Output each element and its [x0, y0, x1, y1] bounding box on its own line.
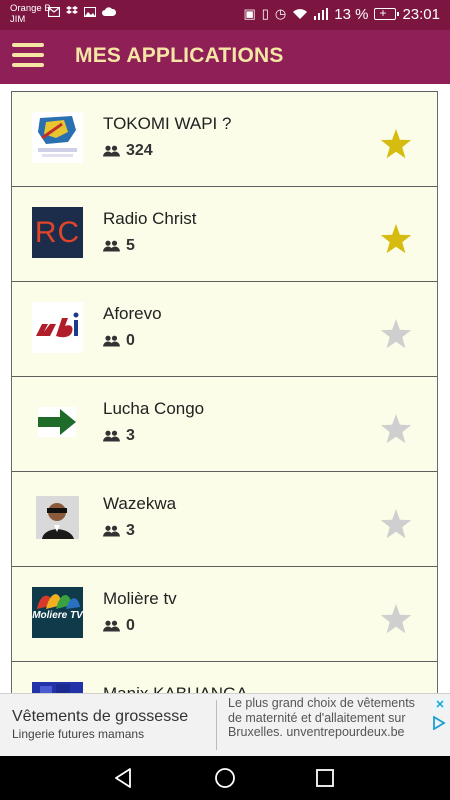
star-icon[interactable] — [380, 128, 412, 160]
user-count: 0 — [103, 617, 135, 635]
message-icon — [48, 6, 60, 17]
app-name: Molière tv — [103, 589, 177, 608]
ad-banner[interactable]: Vêtements de grossesse Lingerie futures … — [0, 693, 450, 756]
navigation-bar — [0, 756, 450, 800]
nfc-icon: ▣ — [243, 6, 256, 21]
status-bar: Orange B JIM ▣ ▯ ◷ 13 % + 23:01 — [0, 0, 450, 30]
signal-icon — [314, 8, 329, 20]
user-count: 324 — [103, 142, 153, 160]
app-row[interactable]: TOKOMI WAPI ? 324 — [12, 91, 437, 186]
battery-icon: + — [374, 6, 400, 20]
ad-close-icon[interactable] — [434, 698, 446, 710]
alarm-icon: ◷ — [274, 6, 287, 21]
users-icon — [103, 240, 120, 252]
moliere-tv-logo-icon: Moliere TV — [32, 587, 83, 638]
back-icon[interactable] — [112, 766, 136, 790]
green-arrow-icon — [32, 397, 83, 448]
app-name: Lucha Congo — [103, 399, 205, 418]
users-icon — [103, 430, 120, 442]
user-count: 3 — [103, 522, 135, 540]
app-bar: MES APPLICATIONS — [0, 30, 450, 84]
menu-icon[interactable] — [12, 43, 44, 71]
app-row[interactable]: Aforevo 0 — [12, 281, 437, 376]
user-count-value: 5 — [126, 237, 135, 254]
adchoices-icon[interactable] — [432, 716, 446, 730]
carrier-line-1: Orange B — [10, 3, 51, 14]
home-icon[interactable] — [213, 766, 237, 790]
app-row[interactable]: Lucha Congo 3 — [12, 376, 437, 471]
app-name: Radio Christ — [103, 209, 197, 228]
moliere-tv-logo-text: Moliere TV — [32, 610, 83, 621]
system-indicators: ▣ ▯ ◷ 13 % + 23:01 — [243, 5, 440, 23]
star-icon[interactable] — [380, 603, 412, 635]
user-count: 3 — [103, 427, 135, 445]
rc-logo-icon: RC — [32, 207, 83, 258]
app-row[interactable]: Wazekwa 3 — [12, 471, 437, 566]
app-row[interactable]: RC Radio Christ 5 — [12, 186, 437, 281]
user-count-value: 3 — [126, 427, 135, 444]
user-count-value: 3 — [126, 522, 135, 539]
user-count-value: 0 — [126, 617, 135, 634]
ad-description: Le plus grand choix de vêtements de mate… — [228, 696, 415, 740]
user-count: 0 — [103, 332, 135, 350]
app-row[interactable]: Moliere TV Molière tv 0 — [12, 566, 437, 661]
user-count: 5 — [103, 237, 135, 255]
recents-icon[interactable] — [313, 766, 337, 790]
person-photo-icon — [32, 492, 83, 543]
star-icon[interactable] — [380, 508, 412, 540]
cloud-icon — [102, 6, 116, 16]
wifi-icon — [293, 9, 308, 19]
battery-percent: 13 % — [334, 5, 369, 23]
dropbox-icon — [66, 6, 78, 14]
app-row[interactable]: Manix KABUANGA — [12, 661, 437, 695]
users-icon — [103, 525, 120, 537]
image-icon — [84, 6, 96, 17]
app-name: TOKOMI WAPI ? — [103, 114, 232, 133]
tokomi-logo-icon — [32, 112, 83, 163]
vibrate-icon: ▯ — [261, 6, 269, 21]
star-icon[interactable] — [380, 413, 412, 445]
app-name: Wazekwa — [103, 494, 177, 513]
aforevo-logo-icon — [32, 302, 83, 353]
ad-title[interactable]: Vêtements de grossesse — [12, 708, 188, 726]
user-count-value: 324 — [126, 142, 153, 159]
page-title: MES APPLICATIONS — [75, 44, 284, 67]
users-icon — [103, 145, 120, 157]
rc-logo-text: RC — [34, 216, 81, 249]
carrier-label: Orange B JIM — [10, 3, 51, 25]
users-icon — [103, 620, 120, 632]
ad-divider — [216, 700, 217, 750]
users-icon — [103, 335, 120, 347]
ad-subtitle: Lingerie futures mamans — [12, 727, 145, 741]
notification-icons — [48, 6, 116, 17]
carrier-line-2: JIM — [10, 14, 26, 25]
app-list[interactable]: TOKOMI WAPI ? 324 RC Radio Christ 5 Afor… — [11, 91, 438, 695]
star-icon[interactable] — [380, 318, 412, 350]
app-name: Aforevo — [103, 304, 162, 323]
clock: 23:01 — [402, 5, 440, 23]
star-icon[interactable] — [380, 223, 412, 255]
screen: Orange B JIM ▣ ▯ ◷ 13 % + 23:01 MES APPL… — [0, 0, 450, 800]
user-count-value: 0 — [126, 332, 135, 349]
